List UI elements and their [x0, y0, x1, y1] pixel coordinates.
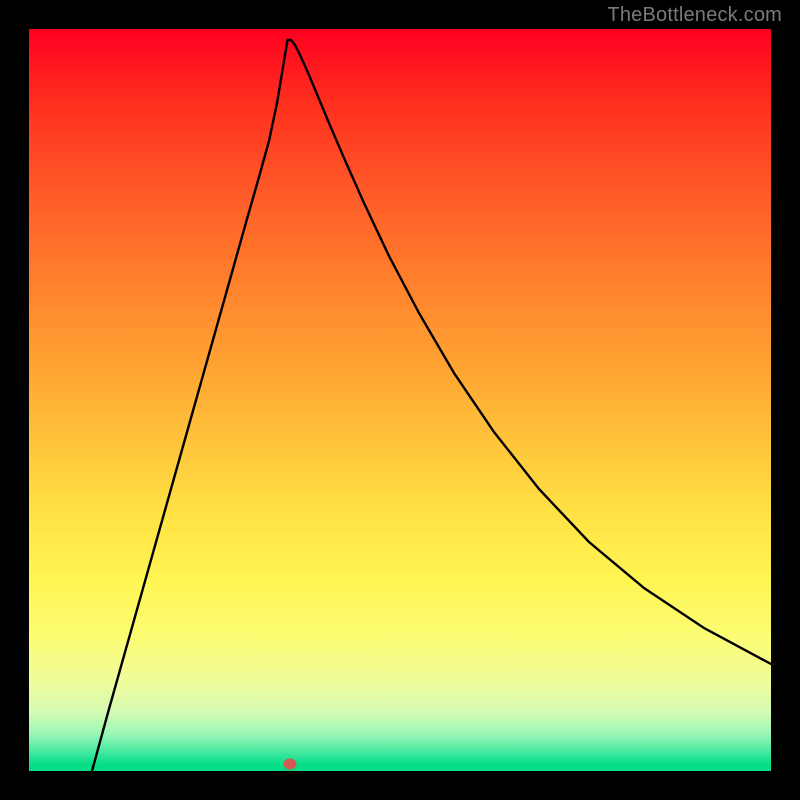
minimum-marker	[284, 759, 297, 770]
curve-svg	[29, 29, 771, 771]
bottleneck-curve	[92, 40, 771, 771]
plot-area	[29, 29, 771, 771]
watermark-text: TheBottleneck.com	[607, 4, 782, 27]
